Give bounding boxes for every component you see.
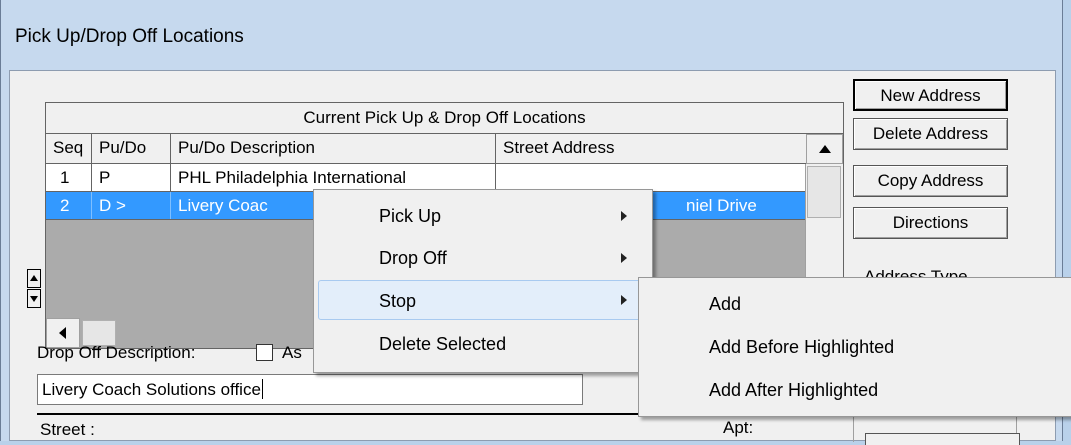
column-header-description[interactable]: Pu/Do Description: [171, 134, 496, 163]
stop-submenu: Add Add Before Highlighted Add After Hig…: [638, 277, 1071, 417]
submenu-item-add-before[interactable]: Add Before Highlighted: [639, 327, 1070, 367]
scroll-up-button[interactable]: [806, 134, 843, 164]
menu-item-drop-off[interactable]: Drop Off: [314, 238, 652, 278]
cell-street: [496, 164, 805, 191]
submenu-arrow-icon: [621, 211, 627, 221]
cell-seq: 2: [46, 192, 92, 219]
cell-seq: 1: [46, 164, 92, 191]
column-header-pudo[interactable]: Pu/Do: [92, 134, 171, 163]
drop-off-description-value: Livery Coach Solutions office: [42, 380, 261, 399]
new-address-button[interactable]: New Address: [853, 79, 1008, 111]
copy-address-button[interactable]: Copy Address: [853, 165, 1008, 197]
column-header-street[interactable]: Street Address: [496, 134, 805, 163]
cell-description: PHL Philadelphia International: [171, 164, 496, 191]
menu-item-label: Delete Selected: [379, 334, 507, 354]
context-menu: Pick Up Drop Off Stop Delete Selected: [313, 189, 653, 373]
arrow-left-icon: [59, 327, 66, 339]
table-row[interactable]: 1 P PHL Philadelphia International: [46, 164, 805, 192]
menu-item-delete-selected[interactable]: Delete Selected: [314, 324, 652, 364]
arrow-up-icon: [30, 275, 38, 281]
submenu-arrow-icon: [621, 295, 627, 305]
arrow-up-icon: [819, 145, 831, 153]
window-title: Pick Up/Drop Off Locations: [15, 26, 244, 47]
menu-item-stop[interactable]: Stop: [318, 280, 648, 320]
cell-pudo: P: [92, 164, 171, 191]
row-up-spinner[interactable]: [27, 269, 41, 288]
menu-item-label: Stop: [379, 291, 417, 311]
arrow-down-icon: [30, 296, 38, 302]
grid-header: Seq Pu/Do Pu/Do Description Street Addre…: [46, 134, 843, 164]
menu-item-label: Pick Up: [379, 206, 442, 226]
menu-item-pick-up[interactable]: Pick Up: [314, 196, 652, 236]
directions-button[interactable]: Directions: [853, 207, 1008, 239]
scroll-thumb[interactable]: [807, 166, 841, 218]
as-checkbox[interactable]: [256, 344, 273, 361]
apt-label: Apt:: [723, 418, 754, 437]
drop-off-description-label: Drop Off Description:: [37, 343, 196, 362]
menu-item-label: Add After Highlighted: [709, 380, 879, 400]
submenu-item-add-after[interactable]: Add After Highlighted: [639, 370, 1070, 410]
delete-address-button[interactable]: Delete Address: [853, 118, 1008, 150]
cell-pudo: D >: [92, 192, 171, 219]
menu-item-label: Add: [709, 294, 742, 314]
as-checkbox-label: As: [282, 343, 302, 362]
row-down-spinner[interactable]: [27, 289, 41, 308]
grid-caption: Current Pick Up & Drop Off Locations: [46, 103, 843, 134]
menu-item-label: Add Before Highlighted: [709, 337, 895, 357]
menu-item-label: Drop Off: [379, 248, 447, 268]
text-caret: [261, 379, 263, 399]
column-header-seq[interactable]: Seq: [46, 134, 92, 163]
street-label: Street :: [40, 420, 95, 439]
partial-button[interactable]: [865, 433, 1020, 445]
submenu-item-add[interactable]: Add: [639, 284, 1070, 324]
submenu-arrow-icon: [621, 253, 627, 263]
drop-off-description-input[interactable]: Livery Coach Solutions office: [37, 374, 583, 405]
